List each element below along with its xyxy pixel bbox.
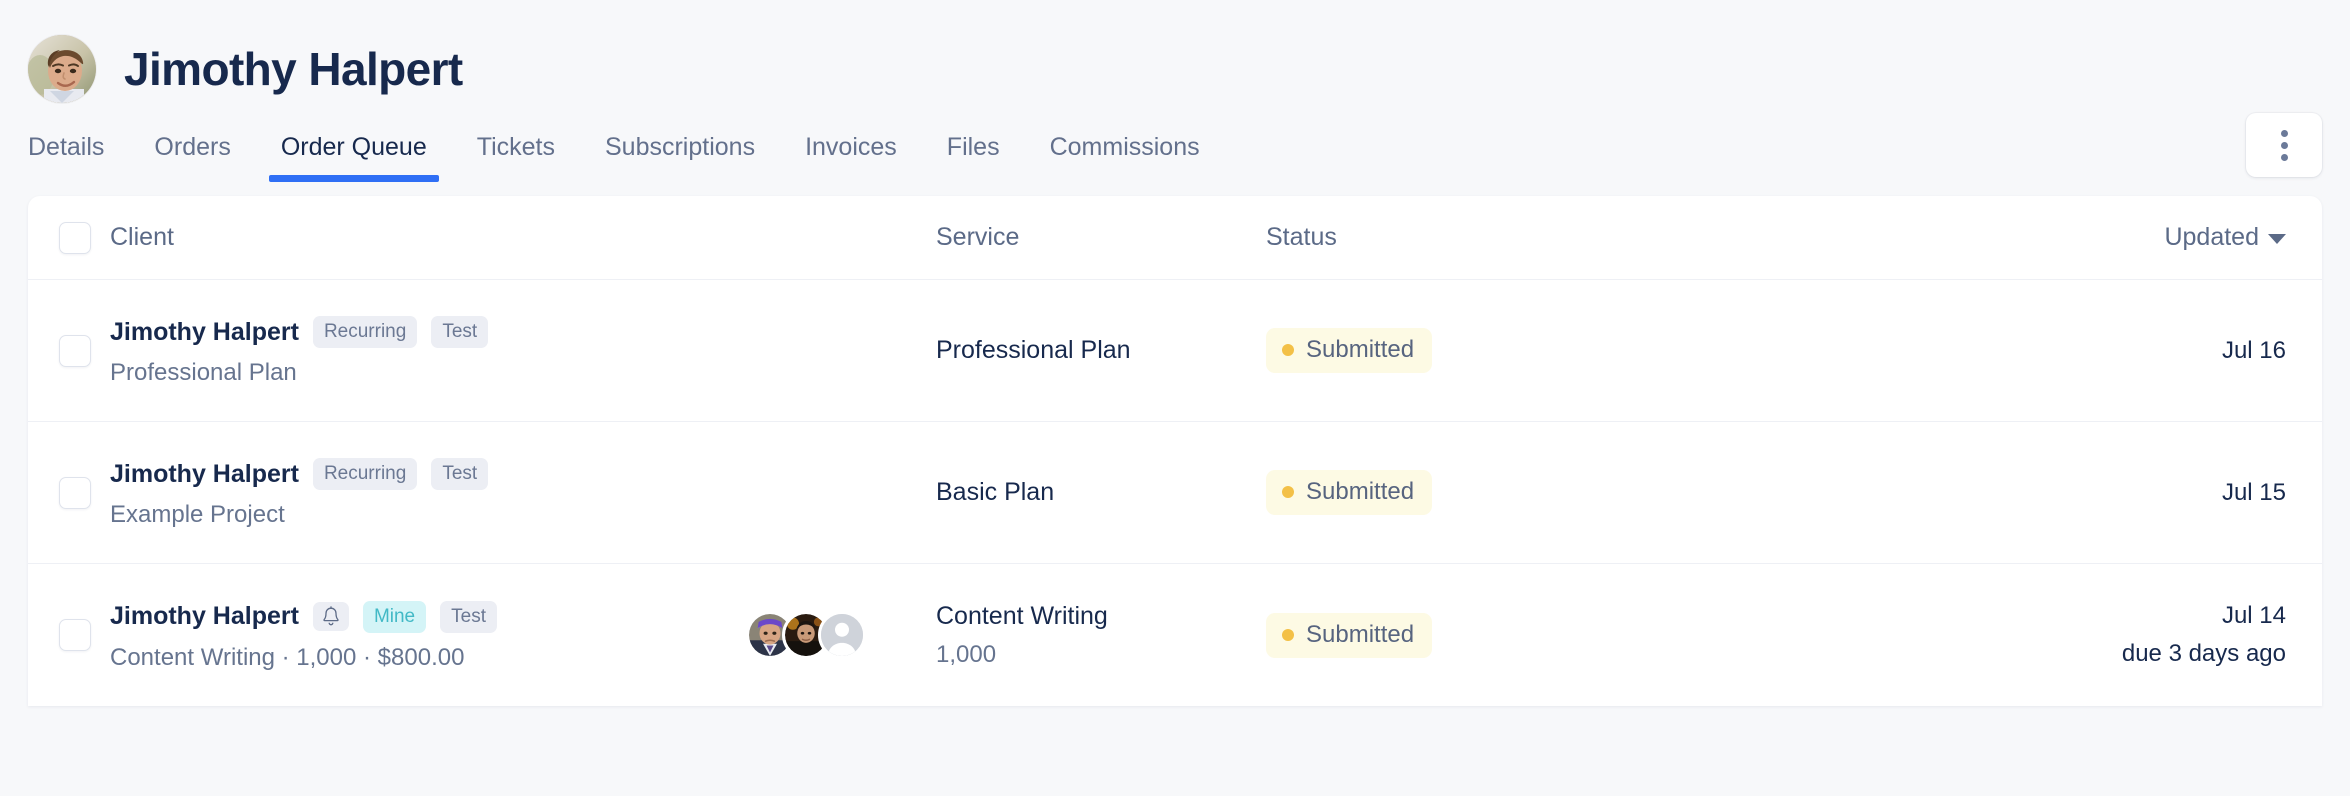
status-dot-icon [1282, 628, 1294, 641]
chip-recurring: Recurring [312, 458, 418, 490]
tab-commissions[interactable]: Commissions [1050, 135, 1200, 182]
service-cell: Content Writing 1,000 [936, 601, 1266, 668]
row-checkbox[interactable] [59, 334, 91, 367]
client-name: Jimothy Halpert [110, 317, 299, 346]
tab-invoices[interactable]: Invoices [805, 135, 897, 182]
profile-header: Jimothy Halpert [0, 0, 2350, 110]
status-cell: Submitted [1266, 328, 1626, 373]
column-header-updated[interactable]: Updated [2164, 223, 2259, 251]
chip-test: Test [440, 600, 497, 633]
service-name: Content Writing [936, 601, 1108, 630]
kebab-dot-icon [2280, 129, 2288, 137]
client-name: Jimothy Halpert [110, 459, 299, 488]
more-options-button[interactable] [2246, 113, 2322, 177]
status-badge: Submitted [1266, 612, 1433, 658]
tab-tickets[interactable]: Tickets [477, 135, 555, 182]
tab-files[interactable]: Files [947, 135, 1000, 182]
due-date-note: due 3 days ago [2121, 640, 2286, 667]
order-queue-table: Client Service Status Updated Jimothy Ha… [28, 196, 2322, 706]
updated-date: Jul 15 [2221, 478, 2286, 506]
status-label: Submitted [1306, 478, 1415, 505]
sort-descending-icon[interactable] [2268, 233, 2286, 244]
client-subtitle: Content Writing · 1,000 · $800.00 [110, 643, 465, 671]
status-dot-icon [1282, 344, 1294, 356]
client-cell: Jimothy Halpert Recurring Test Example P… [110, 458, 746, 527]
tab-subscriptions[interactable]: Subscriptions [605, 135, 755, 182]
chip-test: Test [431, 458, 489, 490]
row-checkbox[interactable] [59, 619, 91, 651]
kebab-dot-icon [2280, 141, 2288, 149]
tab-orders[interactable]: Orders [154, 135, 230, 182]
status-badge: Submitted [1266, 470, 1433, 515]
updated-date: Jul 16 [2221, 336, 2286, 364]
service-cell: Basic Plan [936, 480, 1266, 505]
updated-date: Jul 14 [2221, 602, 2286, 629]
service-quantity: 1,000 [936, 640, 997, 668]
tab-order-queue[interactable]: Order Queue [268, 135, 439, 182]
avatar [28, 35, 96, 103]
table-header-row: Client Service Status Updated [28, 196, 2322, 280]
page-title: Jimothy Halpert [124, 43, 463, 95]
client-cell: Jimothy Halpert Mine Test Content Writin… [110, 600, 746, 671]
updated-cell: Jul 15 [1626, 478, 2286, 506]
service-cell: Professional Plan [936, 338, 1266, 363]
status-dot-icon [1282, 486, 1294, 498]
column-header-service[interactable]: Service [936, 225, 1266, 250]
client-cell: Jimothy Halpert Recurring Test Professio… [110, 316, 746, 385]
status-cell: Submitted [1266, 612, 1626, 658]
table-row[interactable]: Jimothy Halpert Mine Test Content Writin… [28, 564, 2322, 706]
service-name: Basic Plan [936, 478, 1055, 506]
assignee-avatars [746, 611, 936, 659]
client-subtitle: Example Project [110, 501, 285, 528]
table-row[interactable]: Jimothy Halpert Recurring Test Example P… [28, 422, 2322, 564]
service-name: Professional Plan [936, 336, 1131, 364]
updated-cell: Jul 14 due 3 days ago [1626, 604, 2286, 666]
chip-mine: Mine [362, 600, 427, 633]
chip-recurring: Recurring [312, 316, 418, 348]
avatar-placeholder [818, 611, 866, 659]
avatar-stack[interactable] [746, 611, 866, 659]
column-header-client[interactable]: Client [110, 225, 746, 250]
kebab-dot-icon [2280, 153, 2288, 161]
select-all-cell [28, 221, 110, 254]
bell-icon[interactable] [312, 602, 349, 631]
chip-test: Test [431, 316, 489, 348]
updated-cell: Jul 16 [1626, 336, 2286, 364]
row-checkbox[interactable] [59, 476, 91, 509]
status-cell: Submitted [1266, 470, 1626, 515]
status-badge: Submitted [1266, 328, 1433, 373]
select-all-checkbox[interactable] [59, 221, 91, 254]
order-queue-page: Jimothy Halpert Details Orders Order Que… [0, 0, 2350, 796]
client-subtitle: Professional Plan [110, 359, 297, 386]
status-label: Submitted [1306, 620, 1415, 648]
table-row[interactable]: Jimothy Halpert Recurring Test Professio… [28, 280, 2322, 422]
tab-details[interactable]: Details [28, 135, 104, 182]
column-header-status[interactable]: Status [1266, 225, 1626, 250]
client-name: Jimothy Halpert [110, 602, 299, 630]
tab-bar: Details Orders Order Queue Tickets Subsc… [0, 110, 2350, 182]
status-label: Submitted [1306, 336, 1415, 363]
